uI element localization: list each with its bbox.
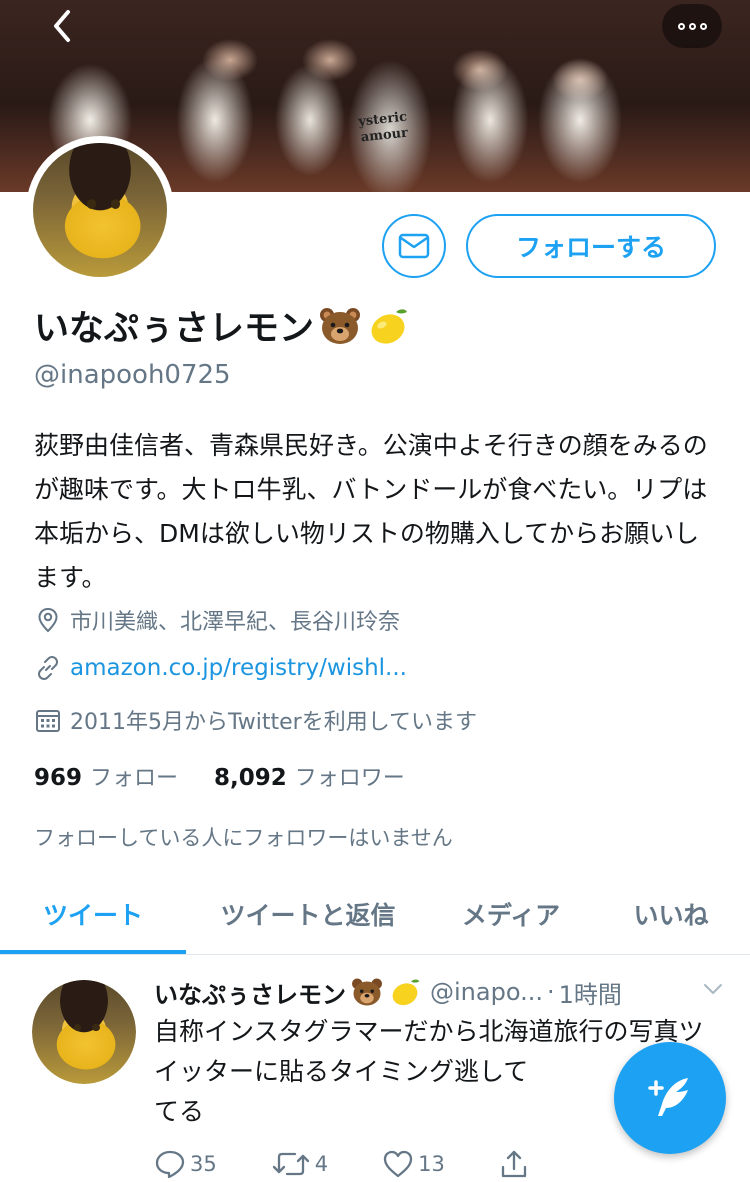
retweet-button[interactable]: 4: [271, 1150, 328, 1178]
tweet-actions: 35 4 13: [154, 1146, 634, 1182]
lemon-emoji: [388, 977, 422, 1007]
tweet-header: いなぷぅさレモン @inapo... · 1時間: [154, 972, 724, 1012]
avatar-eye: [73, 1023, 81, 1031]
profile-name-text: いなぷぅさレモン: [34, 309, 315, 349]
direct-message-button[interactable]: [382, 214, 446, 278]
tab-media[interactable]: メディア: [440, 874, 582, 954]
follow-counts: 969 フォロー 8,092 フォロワー: [34, 760, 405, 792]
followers-count: 8,092: [214, 765, 287, 791]
tweet-avatar[interactable]: [32, 980, 136, 1084]
bear-face-emoji: [350, 977, 384, 1007]
following-stat[interactable]: 969 フォロー: [34, 765, 179, 791]
compose-tweet-button[interactable]: [614, 1042, 726, 1154]
location-pin-icon: [34, 606, 62, 634]
followers-label: フォロワー: [294, 766, 405, 791]
more-dots-icon: [677, 22, 685, 30]
calendar-icon: [34, 706, 62, 734]
profile-link-row: amazon.co.jp/registry/wishl...: [34, 654, 407, 682]
profile-joined-date: 2011年5月からTwitterを利用しています: [70, 710, 478, 735]
envelope-icon: [398, 233, 430, 259]
more-dot: [688, 22, 696, 30]
reply-button[interactable]: 35: [154, 1149, 217, 1179]
profile-website-link[interactable]: amazon.co.jp/registry/wishl...: [70, 655, 407, 681]
lemon-emoji: [366, 306, 410, 346]
tab-tweets-and-replies[interactable]: ツイートと返信: [196, 874, 420, 954]
retweet-icon: [272, 1152, 309, 1176]
compose-feather-icon: [648, 1078, 688, 1116]
bear-face-emoji: [318, 306, 362, 346]
share-icon: [501, 1150, 526, 1178]
following-count: 969: [34, 765, 83, 791]
avatar-eye: [110, 199, 121, 209]
share-button[interactable]: [499, 1149, 533, 1179]
like-button[interactable]: 13: [382, 1149, 445, 1179]
no-common-followers-note: フォローしている人にフォロワーはいません: [34, 826, 453, 850]
active-tab-indicator: [0, 950, 186, 954]
followers-stat[interactable]: 8,092 フォロワー: [214, 765, 405, 791]
profile-location-row: 市川美織、北澤早紀、長谷川玲奈: [34, 604, 400, 636]
follow-button[interactable]: フォローする: [466, 214, 716, 278]
reply-count: 35: [190, 1152, 217, 1176]
tweet-author-name-text: いなぷぅさレモン: [154, 980, 346, 1009]
profile-handle: @inapooh0725: [34, 360, 231, 390]
retweet-count: 4: [314, 1152, 329, 1176]
avatar-image: [32, 980, 136, 1084]
more-dot: [699, 22, 707, 30]
avatar-eye: [92, 1023, 100, 1031]
chevron-left-icon: [54, 10, 70, 42]
profile-tabs: ツイート ツイートと返信 メディア いいね: [0, 874, 750, 955]
banner-shirt-print: ysteric amour: [357, 109, 409, 146]
profile-location: 市川美織、北澤早紀、長谷川玲奈: [70, 610, 401, 635]
tab-tweets[interactable]: ツイート: [0, 874, 186, 954]
more-options-button[interactable]: [662, 4, 722, 48]
avatar-eye: [86, 199, 96, 209]
tweet-author-name[interactable]: いなぷぅさレモン: [154, 975, 422, 1010]
tweet-author-handle: @inapo...: [430, 978, 543, 1006]
profile-name: いなぷぅさレモン: [34, 300, 410, 351]
following-label: フォロー: [90, 766, 179, 791]
heart-icon: [383, 1150, 413, 1178]
back-button[interactable]: [30, 0, 94, 52]
reply-icon: [155, 1150, 185, 1179]
chevron-down-icon: [704, 984, 722, 994]
avatar-art: [32, 980, 136, 1084]
profile-bio: 荻野由佳信者、青森県民好き。公演中よそ行きの顔をみるのが趣味です。大トロ牛乳、バ…: [34, 431, 708, 592]
avatar-image: [33, 143, 167, 277]
profile-joined-row: 2011年5月からTwitterを利用しています: [34, 704, 477, 736]
like-count: 13: [418, 1152, 445, 1176]
tab-likes[interactable]: いいね: [606, 874, 736, 954]
tweet-separator: ·: [546, 978, 555, 1006]
profile-avatar[interactable]: [26, 136, 174, 284]
avatar-art: [33, 143, 167, 277]
link-icon: [34, 654, 62, 682]
tweet-timestamp: 1時間: [558, 980, 622, 1009]
tweet-menu-button[interactable]: [702, 978, 724, 1006]
